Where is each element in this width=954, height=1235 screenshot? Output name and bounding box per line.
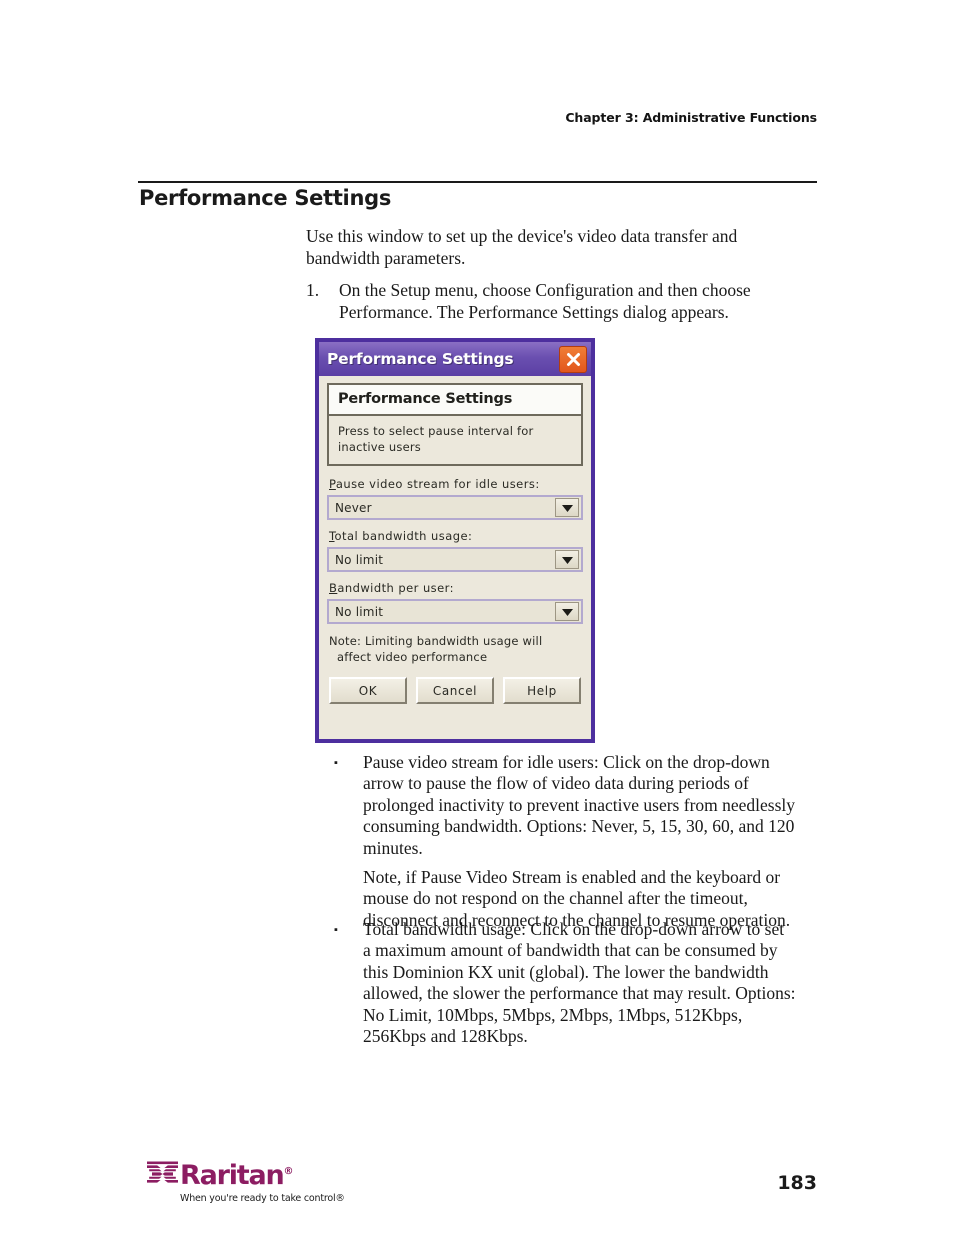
total-bandwidth-usage-select[interactable]: No limit <box>327 547 583 572</box>
cancel-button[interactable]: Cancel <box>416 677 494 704</box>
panel-heading: Performance Settings <box>329 385 581 416</box>
list-item: ▪ Pause video stream for idle users: Cli… <box>334 752 796 931</box>
step-item-1: 1. On the Setup menu, choose Configurati… <box>306 280 756 323</box>
step-number: 1. <box>306 280 320 300</box>
dialog-note-line2: affect video performance <box>337 650 488 664</box>
page-number: 183 <box>777 1172 817 1194</box>
footer-logo: Raritan® When you're ready to take contr… <box>147 1161 347 1209</box>
dialog-titlebar: Performance Settings <box>319 342 591 376</box>
chevron-down-icon[interactable] <box>555 602 579 621</box>
total-bandwidth-usage-label: Total bandwidth usage: <box>329 529 583 543</box>
bandwidth-per-user-label: Bandwidth per user: <box>329 581 583 595</box>
section-divider <box>138 181 817 183</box>
bullet-text-pause-video-stream: Pause video stream for idle users: Click… <box>363 752 796 858</box>
dialog-note-line1: Note: Limiting bandwidth usage will <box>329 634 543 648</box>
bandwidth-label-rest: andwidth per user: <box>337 581 454 595</box>
page-title: Performance Settings <box>139 186 392 210</box>
bullet-text-total-bandwidth-usage: Total bandwidth usage: Click on the drop… <box>363 919 796 1047</box>
total-label-rest: otal bandwidth usage: <box>334 529 473 543</box>
pause-mnemonic: P <box>329 477 336 491</box>
dialog-body: Performance Settings Press to select pau… <box>319 376 591 739</box>
pause-video-stream-select[interactable]: Never <box>327 495 583 520</box>
brand-registered-mark: ® <box>283 1166 294 1177</box>
step-text: On the Setup menu, choose Configuration … <box>339 280 751 322</box>
raritan-bowtie-logo-icon <box>147 1161 178 1190</box>
brand-name: Raritan <box>180 1160 285 1191</box>
help-button[interactable]: Help <box>503 677 581 704</box>
bandwidth-per-user-value: No limit <box>335 604 384 619</box>
dialog-header-panel: Performance Settings Press to select pau… <box>327 383 583 466</box>
dialog-button-row: OK Cancel Help <box>327 677 583 704</box>
list-item: ▪ Total bandwidth usage: Click on the dr… <box>334 919 796 1047</box>
chevron-down-icon[interactable] <box>555 550 579 569</box>
total-bandwidth-usage-value: No limit <box>335 552 384 567</box>
pause-video-stream-label: Pause video stream for idle users: <box>329 477 583 491</box>
bullet-marker: ▪ <box>334 924 338 936</box>
panel-hint-text: Press to select pause interval for inact… <box>338 424 534 454</box>
pause-video-stream-value: Never <box>335 500 372 515</box>
close-icon[interactable] <box>559 346 587 373</box>
chevron-down-icon[interactable] <box>555 498 579 517</box>
ok-button[interactable]: OK <box>329 677 407 704</box>
brand-wordmark: Raritan® <box>180 1160 294 1191</box>
bullet-marker: ▪ <box>334 757 338 769</box>
logo-row: Raritan® <box>147 1161 347 1190</box>
dialog-title: Performance Settings <box>327 350 514 368</box>
bandwidth-per-user-select[interactable]: No limit <box>327 599 583 624</box>
performance-settings-dialog: Performance Settings Performance Setting… <box>315 338 595 743</box>
brand-tagline: When you're ready to take control® <box>180 1193 345 1204</box>
intro-paragraph: Use this window to set up the device's v… <box>306 226 738 268</box>
pause-label-rest: ause video stream for idle users: <box>335 477 540 491</box>
dialog-note: Note: Limiting bandwidth usage will affe… <box>329 633 583 665</box>
running-head: Chapter 3: Administrative Functions <box>565 110 817 125</box>
